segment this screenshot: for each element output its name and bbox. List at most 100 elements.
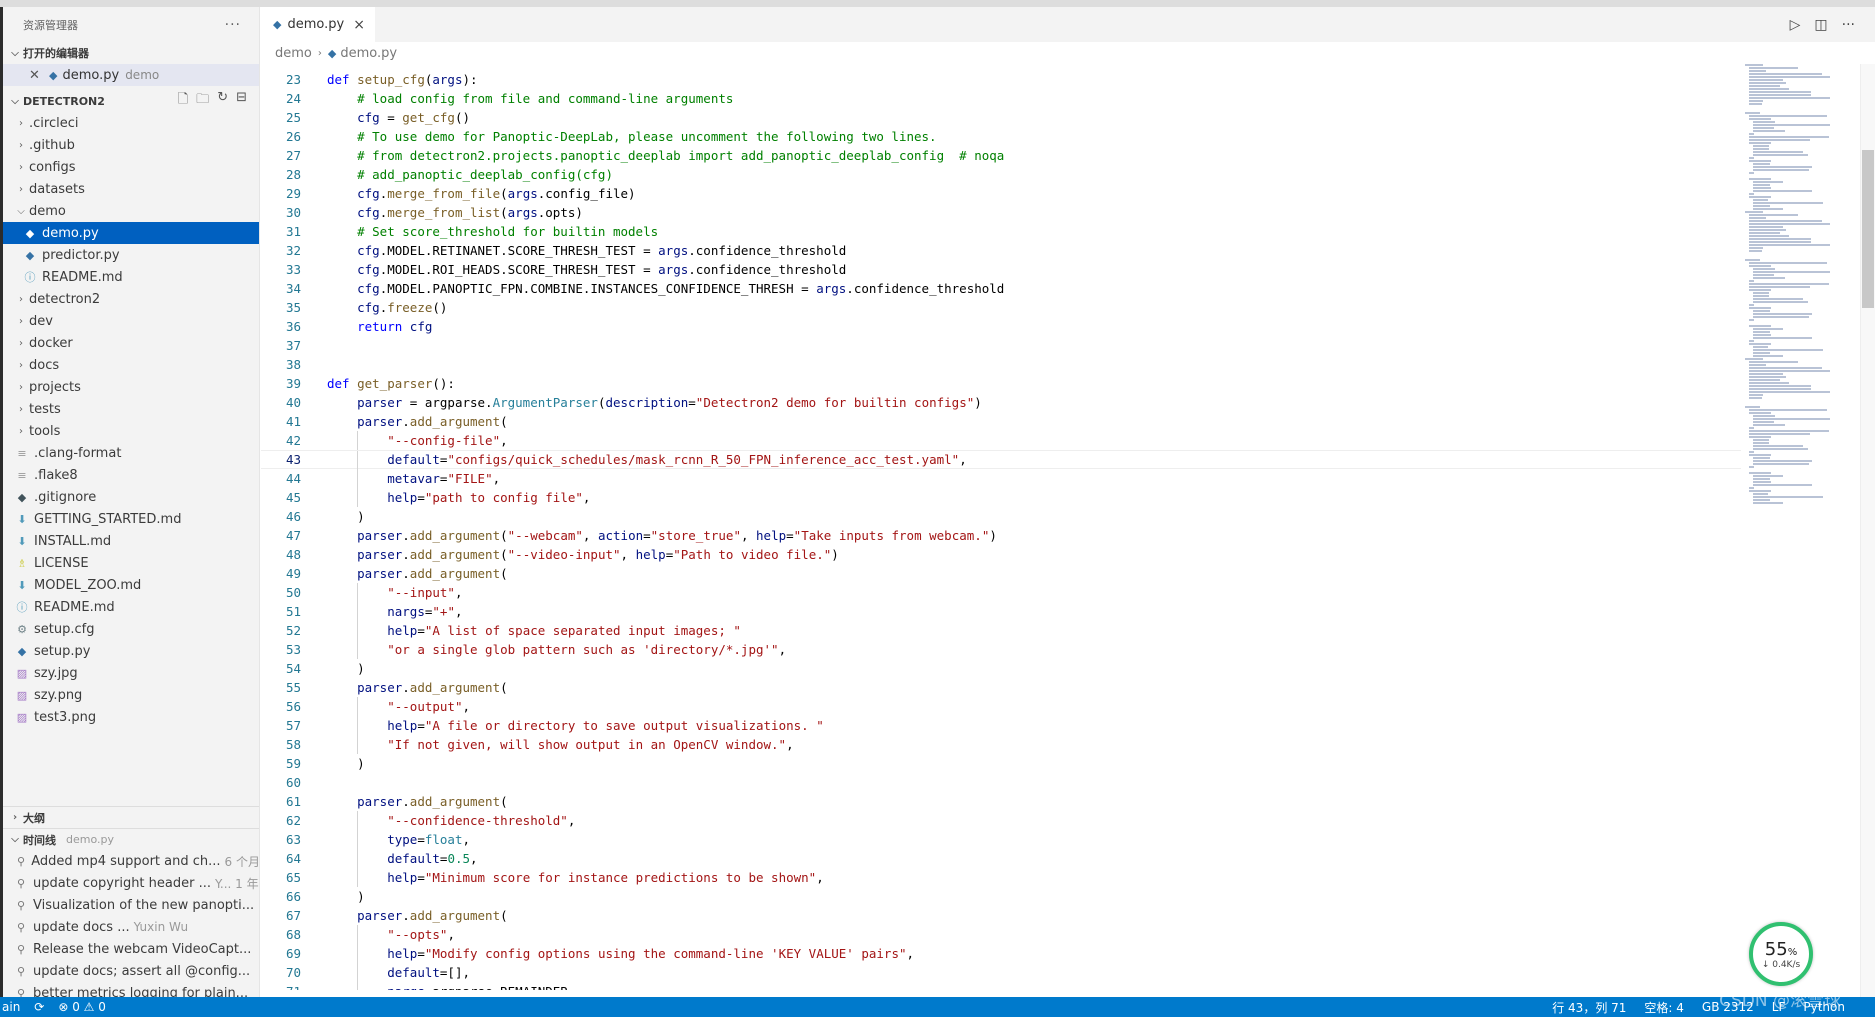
code-line[interactable]: 45 help="path to config file", bbox=[261, 488, 1741, 507]
cursor-position[interactable]: 行 43，列 71 bbox=[1552, 999, 1626, 1016]
code-line[interactable]: 63 type=float, bbox=[261, 830, 1741, 849]
code-line[interactable]: 54 ) bbox=[261, 659, 1741, 678]
code-line[interactable]: 71 nargs=argparse.REMAINDER, bbox=[261, 982, 1741, 990]
code-line[interactable]: 58 "If not given, will show output in an… bbox=[261, 735, 1741, 754]
code-line[interactable]: 34 cfg.MODEL.PANOPTIC_FPN.COMBINE.INSTAN… bbox=[261, 279, 1741, 298]
code-line[interactable]: 35 cfg.freeze() bbox=[261, 298, 1741, 317]
timeline-header[interactable]: ⌵ 时间线 demo.py bbox=[3, 828, 259, 850]
collapse-all-icon[interactable]: ⊟ bbox=[236, 90, 247, 112]
code-line[interactable]: 29 cfg.merge_from_file(args.config_file) bbox=[261, 184, 1741, 203]
code-line[interactable]: 57 help="A file or directory to save out… bbox=[261, 716, 1741, 735]
timeline-item[interactable]: ⚲ update docs ... Yuxin Wu bbox=[3, 916, 259, 938]
code-line[interactable]: 26 # To use demo for Panoptic-DeepLab, p… bbox=[261, 127, 1741, 146]
breadcrumb-folder[interactable]: demo bbox=[275, 46, 312, 61]
code-line[interactable]: 30 cfg.merge_from_list(args.opts) bbox=[261, 203, 1741, 222]
file-item[interactable]: ⬇ INSTALL.md bbox=[3, 530, 259, 552]
code-line[interactable]: 53 "or a single glob pattern such as 'di… bbox=[261, 640, 1741, 659]
code-line[interactable]: 68 "--opts", bbox=[261, 925, 1741, 944]
code-line[interactable]: 32 cfg.MODEL.RETINANET.SCORE_THRESH_TEST… bbox=[261, 241, 1741, 260]
code-line[interactable]: 66 ) bbox=[261, 887, 1741, 906]
code-line[interactable]: 65 help="Minimum score for instance pred… bbox=[261, 868, 1741, 887]
folder-item[interactable]: › .github bbox=[3, 134, 259, 156]
code-line[interactable]: 42 "--config-file", bbox=[261, 431, 1741, 450]
minimap[interactable] bbox=[1745, 64, 1860, 504]
new-folder-icon[interactable]: 🗀 bbox=[196, 90, 209, 112]
folder-item[interactable]: › docker bbox=[3, 332, 259, 354]
scrollbar-thumb[interactable] bbox=[1862, 150, 1874, 308]
code-line[interactable]: 70 default=[], bbox=[261, 963, 1741, 982]
file-item[interactable]: ▨ szy.png bbox=[3, 684, 259, 706]
file-item[interactable]: ♗ LICENSE bbox=[3, 552, 259, 574]
folder-item[interactable]: ⌵ demo bbox=[3, 200, 259, 222]
folder-item[interactable]: › detectron2 bbox=[3, 288, 259, 310]
code-line[interactable]: 24 # load config from file and command-l… bbox=[261, 89, 1741, 108]
tab-demo-py[interactable]: ◆ demo.py × bbox=[261, 7, 376, 42]
outline-header[interactable]: › 大纲 bbox=[3, 806, 259, 828]
file-item[interactable]: ⚙ setup.cfg bbox=[3, 618, 259, 640]
file-item[interactable]: ⬇ GETTING_STARTED.md bbox=[3, 508, 259, 530]
run-icon[interactable]: ▷ bbox=[1790, 17, 1801, 33]
folder-item[interactable]: › configs bbox=[3, 156, 259, 178]
folder-item[interactable]: › .circleci bbox=[3, 112, 259, 134]
code-line[interactable]: 41 parser.add_argument( bbox=[261, 412, 1741, 431]
code-line[interactable]: 27 # from detectron2.projects.panoptic_d… bbox=[261, 146, 1741, 165]
file-item[interactable]: ◆ .gitignore bbox=[3, 486, 259, 508]
branch-indicator[interactable]: ain bbox=[2, 1000, 20, 1014]
file-item[interactable]: ◆ setup.py bbox=[3, 640, 259, 662]
sync-icon[interactable]: ⟳ bbox=[34, 1000, 44, 1014]
code-line[interactable]: 43 default="configs/quick_schedules/mask… bbox=[261, 450, 1741, 470]
new-file-icon[interactable]: 🗋 bbox=[178, 90, 188, 112]
code-line[interactable]: 38 bbox=[261, 355, 1741, 374]
timeline-item[interactable]: ⚲ update docs; assert all @config... bbox=[3, 960, 259, 982]
timeline-item[interactable]: ⚲ Release the webcam VideoCapt... bbox=[3, 938, 259, 960]
file-item[interactable]: ≡ .flake8 bbox=[3, 464, 259, 486]
code-line[interactable]: 31 # Set score_threshold for builtin mod… bbox=[261, 222, 1741, 241]
code-line[interactable]: 48 parser.add_argument("--video-input", … bbox=[261, 545, 1741, 564]
code-line[interactable]: 59 ) bbox=[261, 754, 1741, 773]
file-item[interactable]: ⓘ README.md bbox=[3, 596, 259, 618]
file-item[interactable]: ⬇ MODEL_ZOO.md bbox=[3, 574, 259, 596]
code-line[interactable]: 69 help="Modify config options using the… bbox=[261, 944, 1741, 963]
file-item[interactable]: ⓘ README.md bbox=[3, 266, 259, 288]
open-editors-header[interactable]: ⌵ 打开的编辑器 bbox=[3, 42, 259, 64]
timeline-item[interactable]: ⚲ update copyright header ... Y... 1 年 bbox=[3, 872, 259, 894]
refresh-icon[interactable]: ↻ bbox=[217, 90, 228, 112]
indentation[interactable]: 空格: 4 bbox=[1644, 999, 1684, 1016]
code-line[interactable]: 37 bbox=[261, 336, 1741, 355]
code-line[interactable]: 49 parser.add_argument( bbox=[261, 564, 1741, 583]
code-line[interactable]: 39 def get_parser(): bbox=[261, 374, 1741, 393]
more-actions-icon[interactable]: ··· bbox=[1842, 17, 1855, 33]
folder-item[interactable]: › tests bbox=[3, 398, 259, 420]
timeline-item[interactable]: ⚲ Added mp4 support and ch... 6 个月 bbox=[3, 850, 259, 872]
timeline-item[interactable]: ⚲ better metrics logging for plain... bbox=[3, 982, 259, 998]
code-line[interactable]: 25 cfg = get_cfg() bbox=[261, 108, 1741, 127]
folder-item[interactable]: › docs bbox=[3, 354, 259, 376]
file-item[interactable]: ▨ test3.png bbox=[3, 706, 259, 728]
code-line[interactable]: 50 "--input", bbox=[261, 583, 1741, 602]
file-item[interactable]: ◆ demo.py bbox=[3, 222, 259, 244]
folder-item[interactable]: › dev bbox=[3, 310, 259, 332]
problems-indicator[interactable]: ⊗ 0 ⚠ 0 bbox=[58, 1000, 106, 1014]
more-actions-icon[interactable]: ··· bbox=[225, 17, 241, 33]
code-line[interactable]: 40 parser = argparse.ArgumentParser(desc… bbox=[261, 393, 1741, 412]
code-line[interactable]: 64 default=0.5, bbox=[261, 849, 1741, 868]
code-line[interactable]: 62 "--confidence-threshold", bbox=[261, 811, 1741, 830]
code-line[interactable]: 55 parser.add_argument( bbox=[261, 678, 1741, 697]
code-line[interactable]: 51 nargs="+", bbox=[261, 602, 1741, 621]
split-editor-icon[interactable]: ◫ bbox=[1814, 17, 1827, 33]
code-line[interactable]: 60 bbox=[261, 773, 1741, 792]
code-line[interactable]: 23 def setup_cfg(args): bbox=[261, 70, 1741, 89]
code-editor[interactable]: 23 def setup_cfg(args): 24 # load config f… bbox=[261, 70, 1741, 990]
code-line[interactable]: 28 # add_panoptic_deeplab_config(cfg) bbox=[261, 165, 1741, 184]
file-item[interactable]: ≡ .clang-format bbox=[3, 442, 259, 464]
code-line[interactable]: 33 cfg.MODEL.ROI_HEADS.SCORE_THRESH_TEST… bbox=[261, 260, 1741, 279]
tab-close-icon[interactable]: × bbox=[353, 17, 365, 33]
timeline-item[interactable]: ⚲ Visualization of the new panopti... bbox=[3, 894, 259, 916]
breadcrumb-file[interactable]: demo.py bbox=[340, 46, 397, 61]
folder-item[interactable]: › tools bbox=[3, 420, 259, 442]
code-line[interactable]: 56 "--output", bbox=[261, 697, 1741, 716]
code-line[interactable]: 61 parser.add_argument( bbox=[261, 792, 1741, 811]
project-header[interactable]: ⌵ DETECTRON2 🗋 🗀 ↻ ⊟ bbox=[3, 90, 259, 112]
file-item[interactable]: ◆ predictor.py bbox=[3, 244, 259, 266]
file-item[interactable]: ▨ szy.jpg bbox=[3, 662, 259, 684]
